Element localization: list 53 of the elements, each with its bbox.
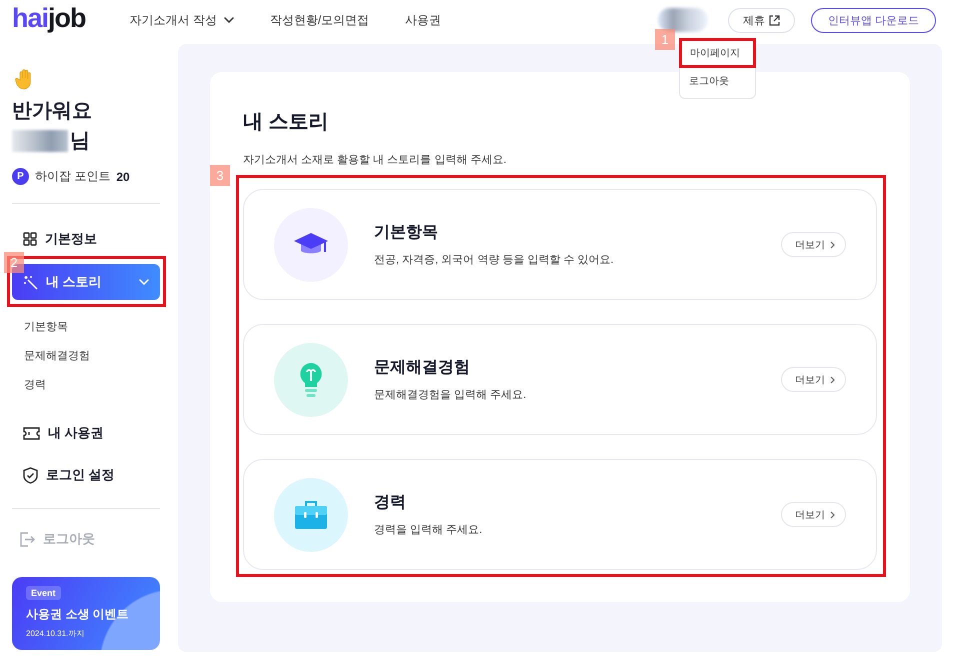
points-value: 20 bbox=[116, 170, 130, 184]
more-button[interactable]: 더보기 bbox=[781, 367, 846, 392]
partner-button[interactable]: 제휴 bbox=[728, 8, 795, 32]
annotation-number: 2 bbox=[4, 252, 24, 273]
logo-text[interactable]: job bbox=[48, 2, 86, 34]
name-suffix: 님 bbox=[70, 129, 90, 154]
chevron-right-icon bbox=[830, 376, 835, 384]
event-tag: Event bbox=[26, 586, 61, 600]
sidebar-menu-item[interactable]: 내 사용권 bbox=[12, 418, 160, 448]
magic-wand-icon bbox=[23, 274, 38, 290]
grid-icon bbox=[23, 232, 37, 246]
shield-check-icon bbox=[23, 466, 38, 484]
chevron-icon bbox=[139, 279, 149, 285]
points-badge: P bbox=[12, 168, 29, 185]
blurred-avatar[interactable] bbox=[658, 8, 708, 32]
nav-link[interactable]: 사용권 bbox=[405, 12, 442, 28]
sidebar-submenu-item[interactable]: 기본항목 bbox=[24, 313, 160, 342]
nav-link[interactable]: 작성현황/모의면접 bbox=[270, 12, 370, 28]
dropdown-item[interactable]: 로그아웃 bbox=[680, 67, 755, 95]
annotation-number: 3 bbox=[210, 165, 230, 186]
page-subtitle: 자기소개서 소재로 활용할 내 스토리를 입력해 주세요. bbox=[243, 153, 508, 167]
caret-icon bbox=[224, 17, 234, 23]
greeting-text: 반가워요 bbox=[12, 99, 93, 124]
more-button[interactable]: 더보기 bbox=[781, 502, 846, 527]
annotation-number: 1 bbox=[655, 29, 675, 50]
event-date: 2024.10.31.까지 bbox=[26, 628, 84, 639]
sidebar-submenu-item[interactable]: 문제해결경험 bbox=[24, 342, 160, 371]
external-link-icon bbox=[768, 14, 780, 26]
ticket-icon bbox=[23, 426, 40, 440]
briefcase-icon bbox=[295, 500, 327, 530]
card-description: 경력을 입력해 주세요. bbox=[374, 523, 484, 537]
event-title: 사용권 소생 이벤트 bbox=[26, 606, 129, 623]
sidebar-submenu-item[interactable]: 경력 bbox=[24, 371, 160, 400]
card-description: 문제해결경험을 입력해 주세요. bbox=[374, 388, 528, 402]
sidebar-menu-item[interactable]: 로그인 설정 bbox=[12, 460, 160, 490]
sidebar-menu-item[interactable]: 기본정보 bbox=[12, 224, 160, 254]
download-button[interactable]: 인터뷰앱 다운로드 bbox=[810, 8, 936, 32]
lightbulb-icon bbox=[299, 362, 323, 398]
points-label: 하이잡 포인트 bbox=[35, 168, 110, 185]
logout-icon bbox=[20, 532, 35, 546]
event-banner[interactable]: Event 사용권 소생 이벤트 2024.10.31.까지 bbox=[12, 577, 160, 650]
chevron-right-icon bbox=[830, 510, 835, 518]
card-title: 기본항목 bbox=[374, 223, 439, 243]
card-title: 문제해결경험 bbox=[374, 358, 471, 378]
dropdown-item[interactable]: 마이페이지 bbox=[682, 41, 753, 65]
nav-link[interactable]: 자기소개서 작성 bbox=[130, 12, 234, 28]
chevron-right-icon bbox=[830, 240, 835, 248]
blurred-name bbox=[12, 130, 68, 152]
card-title: 경력 bbox=[374, 493, 407, 513]
logo-text[interactable]: hai bbox=[12, 2, 48, 34]
more-button[interactable]: 더보기 bbox=[781, 232, 846, 257]
card-description: 전공, 자격증, 외국어 역량 등을 입력할 수 있어요. bbox=[374, 253, 615, 267]
page-title: 내 스토리 bbox=[243, 110, 330, 135]
